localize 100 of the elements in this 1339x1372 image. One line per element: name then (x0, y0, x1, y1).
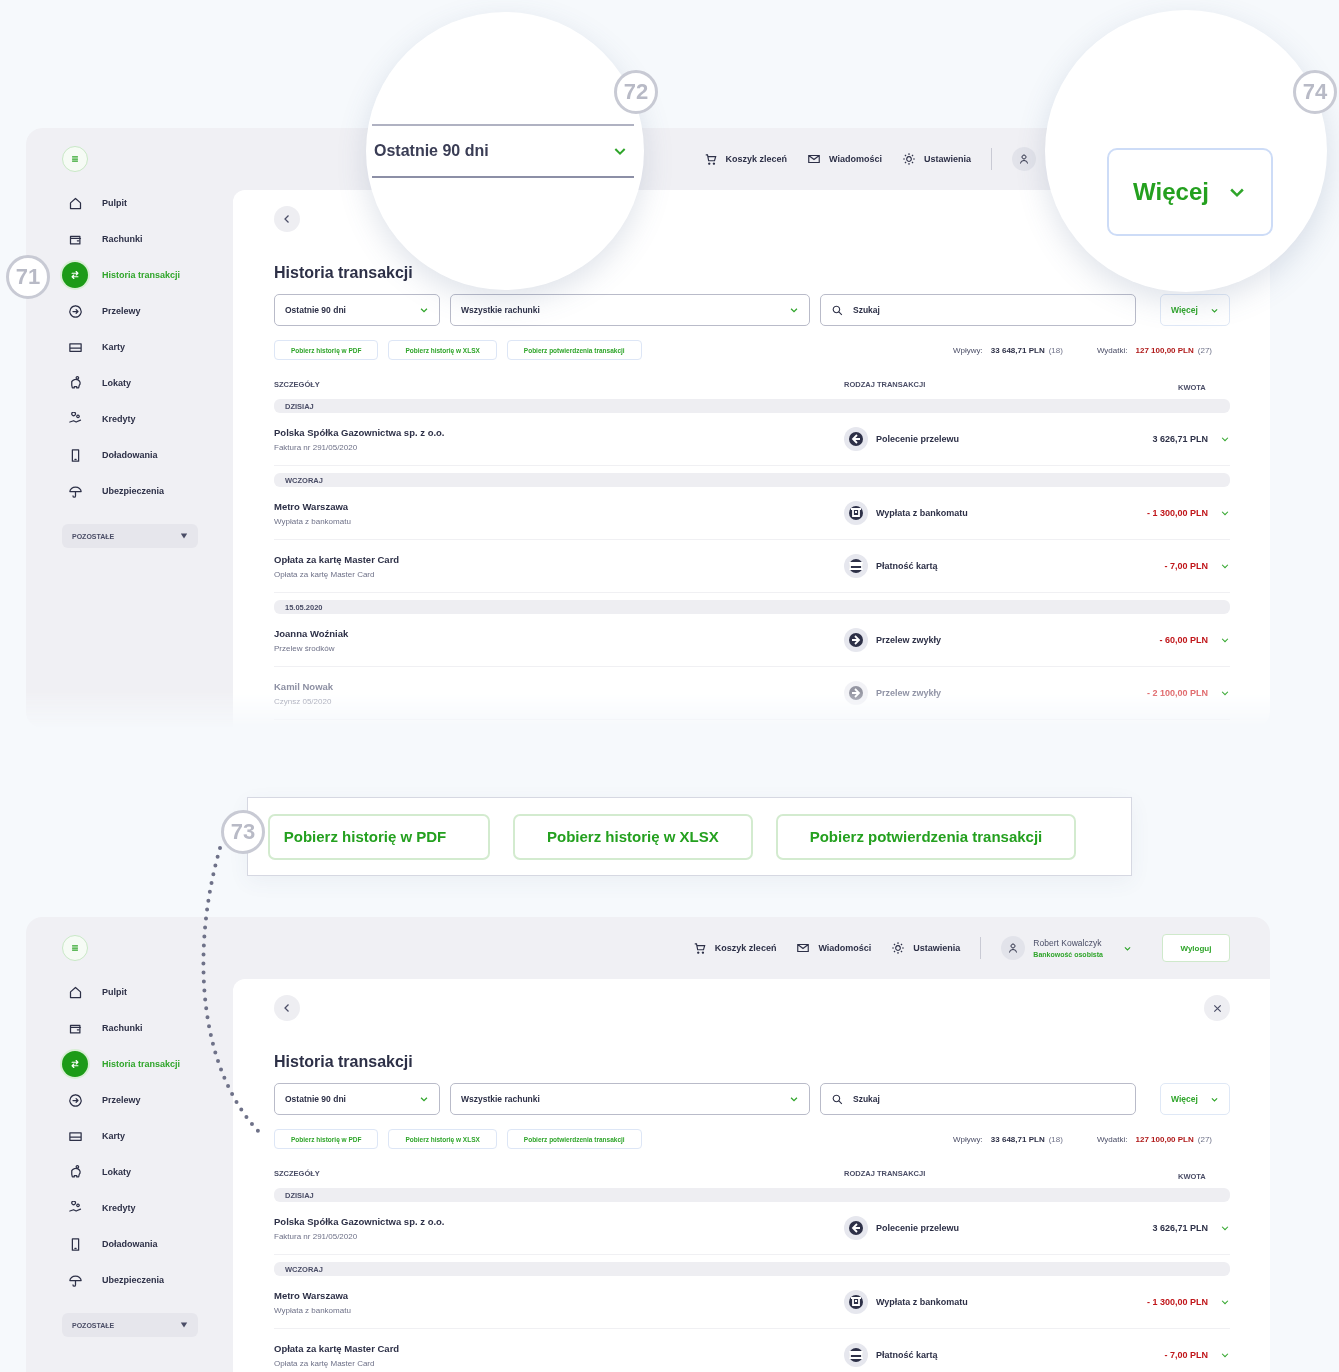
sidebar-item[interactable]: Ubezpieczenia (62, 478, 225, 504)
transaction-type: Polecenie przelewu (876, 434, 960, 444)
sidebar-item[interactable]: Doładowania (62, 1231, 225, 1257)
sidebar-item[interactable]: Przelewy (62, 1087, 225, 1113)
income-count: (18) (1048, 1134, 1063, 1144)
expense-count: (27) (1197, 345, 1212, 355)
triangle-down-icon (180, 1321, 188, 1329)
sidebar-item[interactable]: Rachunki (62, 226, 225, 252)
transaction-type: Przelew zwykły (876, 688, 942, 698)
transaction-description: Opłata za kartę Master Card (274, 569, 376, 579)
date-range-dropdown[interactable]: Ostatnie 90 dni (274, 1083, 440, 1115)
transaction-type-icon (844, 681, 868, 705)
transaction-row[interactable]: Metro Warszawa Wypłata z bankomatu Wypłata z bankomatu - 1 300,00 PLN (274, 1276, 1230, 1329)
income-count: (18) (1048, 345, 1063, 355)
close-icon (1211, 1002, 1223, 1014)
transaction-description: Czynsz 05/2020 (274, 696, 333, 706)
transaction-row[interactable]: Opłata za kartę Master Card Opłata za kartę Master Card Płatność kartą - 7,00 PLN (274, 1329, 1230, 1372)
income-amount: 33 648,71 PLN (990, 345, 1045, 355)
topbar-link[interactable]: Ustawienia (901, 152, 971, 166)
transaction-type: Płatność kartą (876, 1350, 938, 1360)
transaction-type-icon (844, 427, 868, 451)
chevron-down-icon (419, 305, 429, 315)
expense-amount: 127 100,00 PLN (1135, 1134, 1194, 1144)
transaction-description: Wypłata z bankomatu (274, 1305, 352, 1315)
sidebar-item[interactable]: Kredyty (62, 1195, 225, 1221)
expand-chevron-icon[interactable] (1220, 1350, 1230, 1360)
expense-label: Wydatki: (1096, 1134, 1128, 1144)
sidebar-item[interactable]: Pulpit (62, 979, 225, 1005)
income-amount: 33 648,71 PLN (990, 1134, 1045, 1144)
transaction-type-icon (844, 1290, 868, 1314)
callout-number: 73 (221, 810, 265, 854)
topbar-link[interactable]: Wiadomości (807, 152, 882, 166)
sidebar-item[interactable]: Karty (62, 1123, 225, 1149)
date-range-dropdown[interactable]: Ostatnie 90 dni (372, 124, 634, 178)
user-avatar-icon[interactable] (1012, 147, 1036, 171)
income-label: Wpływy: (953, 345, 983, 355)
menu-button[interactable] (62, 146, 88, 172)
transaction-description: Opłata za kartę Master Card (274, 1358, 376, 1368)
expense-label: Wydatki: (1096, 345, 1128, 355)
back-button[interactable] (274, 995, 300, 1021)
expand-chevron-icon[interactable] (1220, 635, 1230, 645)
expand-chevron-icon[interactable] (1220, 508, 1230, 518)
sidebar-item[interactable]: Doładowania (62, 442, 225, 468)
transaction-row[interactable]: Metro Warszawa Wypłata z bankomatu Wypłata z bankomatu - 1 300,00 PLN (274, 487, 1230, 540)
sidebar-item[interactable]: Karty (62, 334, 225, 360)
menu-button[interactable] (62, 935, 88, 961)
topbar-link[interactable]: Koszyk zleceń (703, 152, 788, 166)
expand-chevron-icon[interactable] (1220, 434, 1230, 444)
close-button[interactable] (1204, 995, 1230, 1021)
transaction-row[interactable]: Opłata za kartę Master Card Opłata za kartę Master Card Płatność kartą - 7,00 PLN (274, 540, 1230, 593)
search-field[interactable]: Szukaj (820, 1083, 1136, 1115)
sidebar-item[interactable]: Pulpit (62, 190, 225, 216)
transaction-amount: - 7,00 PLN (1164, 561, 1208, 571)
transaction-type-icon (844, 501, 868, 525)
sidebar-item[interactable]: Kredyty (62, 406, 225, 432)
transaction-description: Faktura nr 291/05/2020 (274, 1231, 359, 1241)
sidebar-item[interactable]: Ubezpieczenia (62, 1267, 225, 1293)
expand-chevron-icon[interactable] (1220, 1223, 1230, 1233)
user-avatar-icon[interactable] (1001, 936, 1026, 960)
triangle-down-icon (180, 532, 188, 540)
chevron-down-icon (789, 305, 799, 315)
transaction-type: Polecenie przelewu (876, 1223, 960, 1233)
transaction-name: Kamil Nowak (274, 680, 335, 692)
topbar-link[interactable]: Ustawienia (891, 941, 961, 955)
menu-icon (70, 154, 80, 164)
transaction-name: Opłata za kartę Master Card (274, 1342, 401, 1354)
transaction-type-icon (844, 554, 868, 578)
expand-chevron-icon[interactable] (1220, 1297, 1230, 1307)
topbar-link[interactable]: Koszyk zleceń (692, 941, 777, 955)
page-title: Historia transakcji (274, 264, 414, 282)
transaction-row[interactable]: Joanna Woźniak Przelew środków Przelew zwykły - 60,00 PLN (274, 614, 1230, 667)
transaction-row[interactable]: Polska Spółka Gazownictwa sp. z o.o. Faktura nr 291/05/2020 Polecenie przelewu 3 626,71 PLN (274, 1202, 1230, 1255)
transaction-amount: - 1 300,00 PLN (1146, 1297, 1208, 1307)
income-label: Wpływy: (953, 1134, 983, 1144)
transaction-description: Przelew środków (274, 643, 336, 653)
callout-number: 74 (1293, 70, 1337, 114)
chevron-down-icon (789, 1094, 799, 1104)
transaction-type-icon (844, 1216, 868, 1240)
sidebar-item[interactable]: Lokaty (62, 1159, 225, 1185)
sidebar-item[interactable]: Rachunki (62, 1015, 225, 1041)
expand-chevron-icon[interactable] (1220, 561, 1230, 571)
back-button[interactable] (274, 206, 300, 232)
transaction-type: Płatność kartą (876, 561, 938, 571)
account-dropdown[interactable]: Wszystkie rachunki (450, 1083, 810, 1115)
transaction-type: Wypłata z bankomatu (876, 508, 968, 518)
account-dropdown[interactable]: Wszystkie rachunki (450, 294, 810, 326)
menu-icon (70, 943, 80, 953)
transaction-type-icon (844, 628, 868, 652)
expand-chevron-icon[interactable] (1220, 688, 1230, 698)
transaction-amount: - 7,00 PLN (1164, 1350, 1208, 1360)
search-field[interactable]: Szukaj (820, 294, 1136, 326)
date-range-dropdown[interactable]: Ostatnie 90 dni (274, 294, 440, 326)
transaction-row[interactable]: Polska Spółka Gazownictwa sp. z o.o. Faktura nr 291/05/2020 Polecenie przelewu 3 626,71 PLN (274, 413, 1230, 466)
sidebar-item[interactable]: Lokaty (62, 370, 225, 396)
sidebar-item[interactable]: Przelewy (62, 298, 225, 324)
transaction-name: Joanna Woźniak (274, 627, 350, 639)
transaction-name: Polska Spółka Gazownictwa sp. z o.o. (274, 426, 446, 438)
transaction-amount: 3 626,71 PLN (1152, 434, 1208, 444)
expense-count: (27) (1197, 1134, 1212, 1144)
topbar-link[interactable]: Wiadomości (796, 941, 872, 955)
